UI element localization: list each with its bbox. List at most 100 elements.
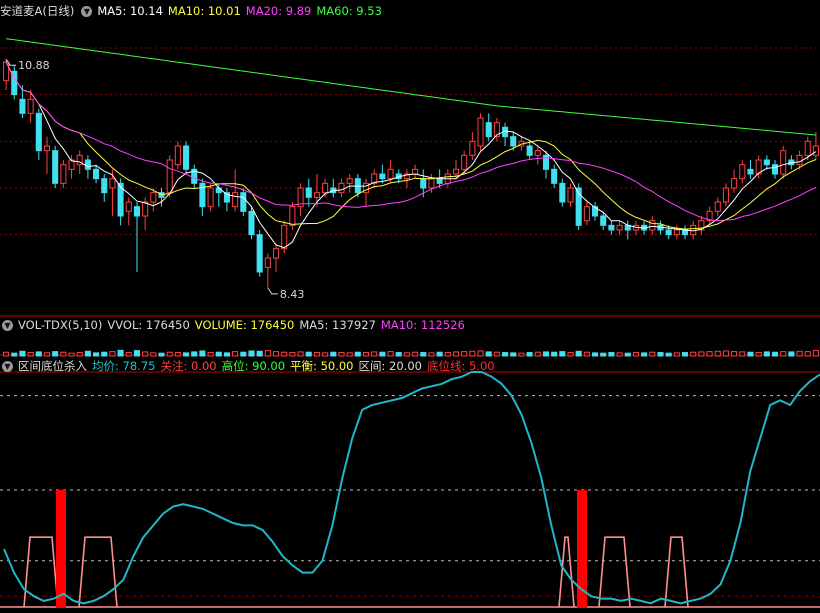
chevron-down-icon[interactable]: ▼: [2, 361, 13, 372]
price-legend-item: MA5: 10.14: [97, 4, 163, 18]
volume-bar: [600, 352, 607, 357]
candle-up: [428, 178, 435, 189]
indicator-legend-item: 高位: 90.00: [221, 359, 286, 373]
volume-bar: [215, 351, 222, 357]
indicator-legend: 均价: 78.75 关注: 0.00 高位: 90.00 平衡: 50.00 区间: 2…: [92, 359, 500, 373]
candle-down: [240, 192, 247, 212]
candle-down: [600, 215, 607, 226]
chevron-down-icon[interactable]: ▼: [2, 320, 13, 331]
volume-bar: [354, 351, 361, 357]
indicator-legend-item: 均价: 78.75: [92, 359, 156, 373]
volume-bar: [346, 352, 353, 357]
volume-bar: [60, 351, 67, 357]
low-price-pointer: [267, 287, 278, 295]
attention-zone: [664, 536, 689, 608]
candle-up: [722, 187, 729, 203]
volume-bar: [93, 352, 100, 357]
volume-bar: [681, 352, 689, 357]
candle-up: [150, 192, 157, 203]
volume-bar: [755, 352, 762, 357]
volume-legend-item: VOLUME: 176450: [194, 318, 295, 332]
candle-up: [616, 224, 623, 231]
indicator-legend-item: 平衡: 50.00: [290, 359, 354, 373]
volume-bar: [371, 351, 378, 357]
chevron-down-icon[interactable]: ▼: [81, 6, 93, 17]
candle-down: [19, 98, 26, 114]
candle-up: [477, 117, 484, 147]
candle-up: [322, 182, 329, 194]
candle-up: [264, 257, 271, 268]
volume-bar: [788, 351, 795, 357]
candle-up: [174, 145, 181, 166]
candle-up: [649, 220, 656, 231]
volume-legend: VVOL: 176450 VOLUME: 176450 MA5: 137927 MA1…: [107, 318, 469, 332]
candle-down: [305, 187, 312, 198]
volume-bar: [534, 351, 541, 357]
stock-chart[interactable]: 安道麦A(日线) ▼ MA5: 10.14 MA10: 10.01 MA20: 9.89…: [0, 0, 820, 613]
volume-bar: [428, 352, 435, 357]
price-legend-item: MA60: 9.53: [316, 4, 382, 18]
candle-down: [608, 224, 615, 231]
volume-bar: [35, 351, 42, 357]
candle-down: [485, 122, 492, 138]
volume-bar: [551, 351, 558, 357]
candle-down: [771, 164, 779, 175]
volume-bar: [812, 349, 819, 357]
candle-down: [510, 136, 517, 147]
volume-bar: [133, 350, 141, 357]
price-panel-header: 安道麦A(日线) ▼ MA5: 10.14 MA10: 10.01 MA20: 9.89…: [0, 2, 392, 20]
candle-down: [183, 145, 190, 170]
candle-up: [166, 159, 173, 194]
candle-up: [714, 201, 721, 212]
ma60-line: [6, 38, 816, 136]
volume-bar: [616, 352, 623, 357]
volume-bar: [420, 352, 427, 357]
volume-bar: [649, 351, 656, 357]
candle-up: [109, 178, 116, 189]
candle-up: [534, 150, 541, 156]
candle-down: [526, 145, 533, 156]
volume-bar: [191, 351, 198, 357]
candle-up: [583, 206, 590, 222]
volume-bar: [142, 351, 149, 357]
candle-up: [289, 206, 296, 226]
volume-bar: [722, 350, 729, 357]
candle-down: [84, 159, 91, 170]
chart-canvas[interactable]: 10.88 8.43: [0, 0, 820, 613]
indicator-legend-item: 关注: 0.00: [160, 359, 217, 373]
volume-bar: [207, 352, 214, 357]
volume-bar: [469, 350, 476, 357]
candle-down: [215, 187, 222, 194]
volume-legend-item: MA5: 137927: [299, 318, 376, 332]
volume-bar: [289, 352, 296, 357]
volume-bar: [52, 351, 59, 357]
candle-up: [412, 168, 419, 175]
volume-bar: [11, 352, 18, 357]
candle-up: [142, 201, 149, 217]
candle-down: [248, 210, 255, 236]
volume-bar: [338, 352, 345, 357]
volume-bar: [158, 352, 165, 357]
candle-down: [559, 182, 566, 203]
volume-bar: [542, 351, 550, 357]
candle-up: [272, 248, 280, 259]
price-ma-legend: MA5: 10.14 MA10: 10.01 MA20: 9.89 MA60: 9.5…: [97, 4, 387, 18]
volume-bar: [297, 351, 304, 357]
volume-bar: [698, 351, 705, 357]
volume-bar: [264, 350, 271, 357]
volume-bar: [583, 351, 590, 357]
candle-down: [35, 112, 42, 152]
volume-bar: [485, 351, 492, 357]
volume-bar: [771, 351, 779, 357]
candle-down: [256, 234, 263, 273]
volume-bar: [665, 352, 672, 357]
price-panel-title: 安道麦A(日线): [0, 4, 75, 18]
candle-up: [780, 150, 787, 175]
candle-up: [125, 201, 132, 212]
candle-up: [731, 178, 738, 189]
high-price-label: 10.88: [18, 59, 50, 72]
volume-bar: [403, 352, 410, 357]
volume-bar: [641, 352, 648, 357]
volume-bar: [76, 352, 83, 357]
candle-up: [281, 224, 288, 250]
